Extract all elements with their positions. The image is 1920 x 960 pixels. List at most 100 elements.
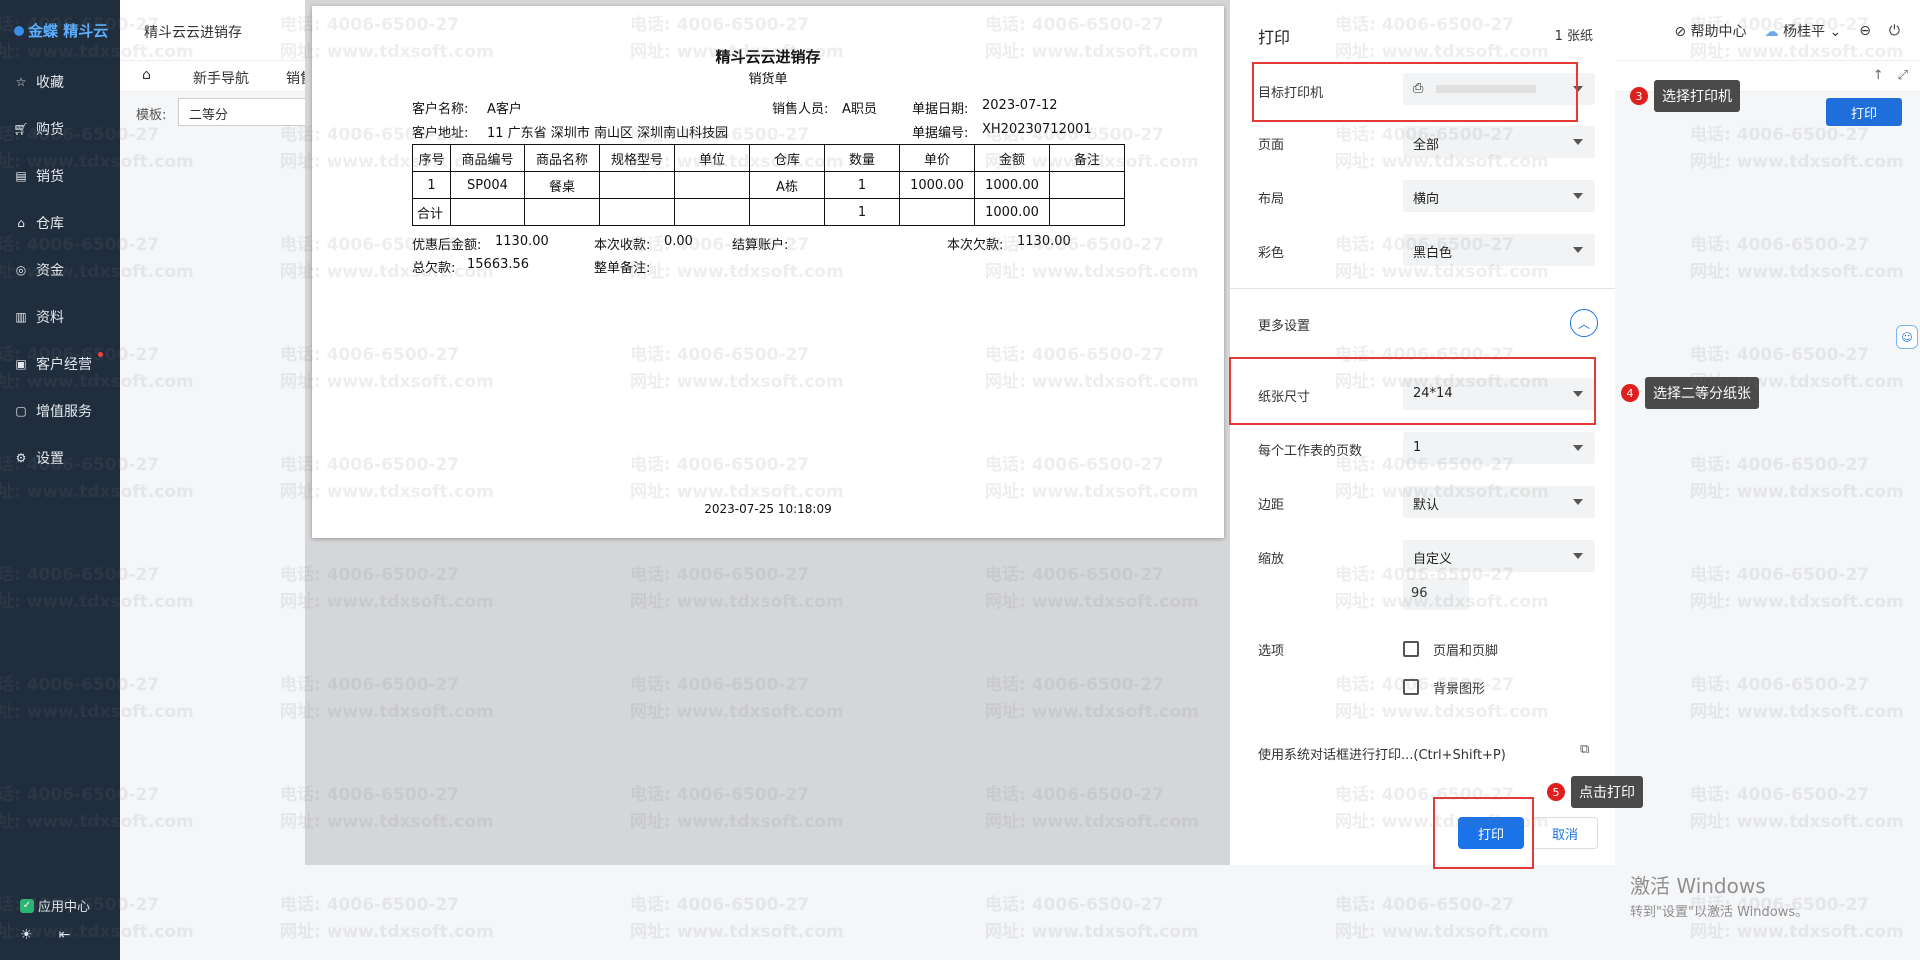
col-header: 仓库 (749, 144, 825, 172)
pages-per-sheet-select[interactable]: 1 (1403, 432, 1595, 464)
salesperson: A职员 (842, 102, 877, 117)
customer-name: A客户 (487, 102, 522, 117)
sidebar-item-services[interactable]: ▢ 增值服务 (0, 387, 120, 434)
cell: 1000.00 (899, 171, 975, 199)
sidebar-item-sales[interactable]: ▤ 销货 (0, 152, 120, 199)
color-label: 彩色 (1258, 246, 1285, 261)
topbar-right: ⊘ 帮助中心 ☁ 杨桂平 ⌄ ⊖ ⏻ (1674, 21, 1900, 41)
user-menu[interactable]: ☁ 杨桂平 ⌄ (1765, 21, 1842, 41)
total-amount: 1000.00 (974, 198, 1050, 226)
print-preview: 精斗云云进销存 销货单 客户名称: A客户 销售人员: A职员 单据日期: 20… (305, 0, 1230, 865)
sidebar-item-favorites[interactable]: ☆ 收藏 (0, 58, 120, 105)
sidebar-item-customer[interactable]: ▣ 客户经营 (0, 340, 120, 387)
activation-title: 激活 Windows (1630, 874, 1766, 898)
logo: 金蝶 精斗云 (14, 20, 108, 41)
preview-page: 精斗云云进销存 销货单 客户名称: A客户 销售人员: A职员 单据日期: 20… (312, 6, 1224, 538)
sheet-count: 1 张纸 (1554, 29, 1593, 44)
step-number: 3 (1630, 87, 1648, 105)
col-header: 序号 (412, 144, 451, 172)
pages-select[interactable]: 全部 (1403, 126, 1595, 158)
expand-icon[interactable]: ⤢ (1898, 68, 1908, 83)
sidebar-item-label: 资料 (36, 309, 64, 326)
bill-number: XH20230712001 (982, 122, 1092, 137)
system-dialog-link[interactable]: 使用系统对话框进行打印...(Ctrl+Shift+P) (1258, 744, 1506, 763)
sidebar-item-data[interactable]: ▥ 资料 (0, 293, 120, 340)
sidebar-item-settings[interactable]: ⚙ 设置 (0, 434, 120, 481)
gear-icon: ⚙ (15, 450, 27, 465)
tab-guide[interactable]: 新手导航 (193, 68, 249, 88)
chart-icon: ▣ (15, 356, 27, 371)
color-value: 黑白色 (1413, 246, 1453, 261)
cell: 1 (824, 171, 900, 199)
step-text: 点击打印 (1571, 776, 1643, 808)
sun-icon[interactable]: ☀ (20, 927, 33, 943)
notification-dot (98, 352, 103, 357)
background-graphics-label: 背景图形 (1433, 682, 1486, 697)
col-header: 规格型号 (599, 144, 675, 172)
margins-select[interactable]: 默认 (1403, 486, 1595, 518)
print-button-main[interactable]: 打印 (1826, 98, 1902, 126)
logo-mark-icon (14, 25, 24, 36)
cell (674, 198, 750, 226)
margins-value: 默认 (1413, 498, 1440, 513)
more-settings-label: 更多设置 (1258, 319, 1311, 334)
scale-select[interactable]: 自定义 (1403, 540, 1595, 572)
back-icon[interactable]: ⊖ (1859, 23, 1871, 39)
total-owed: 15663.56 (467, 257, 530, 272)
bill-table: 序号 商品编号 商品名称 规格型号 单位 仓库 数量 单价 金额 备注 1 SP… (412, 144, 1125, 226)
layout-select[interactable]: 横向 (1403, 180, 1595, 212)
cell (524, 198, 600, 226)
external-link-icon[interactable]: ⧉ (1580, 742, 1589, 757)
col-header: 备注 (1049, 144, 1125, 172)
app-center-link[interactable]: ✓ 应用中心 (20, 896, 90, 915)
chat-icon[interactable]: ☺ (1896, 325, 1918, 349)
help-center-link[interactable]: ⊘ 帮助中心 (1674, 21, 1746, 41)
sidebar-item-funds[interactable]: ◎ 资金 (0, 246, 120, 293)
power-icon[interactable]: ⏻ (1889, 23, 1900, 39)
scale-label: 缩放 (1258, 552, 1285, 567)
cell: 1 (412, 171, 451, 199)
headers-footers-label: 页眉和页脚 (1433, 644, 1499, 659)
sidebar-item-label: 仓库 (36, 215, 64, 232)
sidebar-item-warehouse[interactable]: ⌂ 仓库 (0, 199, 120, 246)
document-icon: ▤ (15, 168, 27, 183)
color-select[interactable]: 黑白色 (1403, 234, 1595, 266)
cell (749, 198, 825, 226)
compass-icon: ⊘ (1674, 24, 1687, 40)
app-center-icon: ✓ (20, 898, 34, 913)
col-header: 单价 (899, 144, 975, 172)
col-header: 单位 (674, 144, 750, 172)
headers-footers-checkbox[interactable] (1403, 641, 1419, 657)
cell (674, 171, 750, 199)
sidebar-footer: ☀ ⇤ (20, 927, 70, 943)
owed: 1130.00 (1017, 234, 1071, 249)
cancel-button[interactable]: 取消 (1532, 817, 1598, 849)
highlight-printer (1252, 62, 1578, 122)
received: 0.00 (664, 234, 693, 249)
caret-down-icon (1573, 247, 1583, 253)
sidebar: 金蝶 精斗云 ☆ 收藏 🛒︎ 购货 ▤ 销货 ⌂ 仓库 ◎ 资金 ▥ 资料 ▣ 客户经营 ▢ 增… (0, 0, 120, 960)
layout-label: 布局 (1258, 192, 1285, 207)
app-center-label: 应用中心 (38, 900, 91, 915)
cell (899, 198, 975, 226)
arrow-up-icon[interactable]: ↑ (1873, 68, 1884, 83)
home-icon[interactable]: ⌂ (142, 67, 160, 85)
star-icon: ☆ (15, 74, 27, 89)
help-label: 帮助中心 (1690, 24, 1747, 40)
account-label: 结算账户: (732, 238, 789, 253)
col-header: 商品名称 (524, 144, 600, 172)
scale-input[interactable]: 96 (1403, 578, 1469, 610)
total-qty: 1 (824, 198, 900, 226)
print-settings-panel: 打印 1 张纸 目标打印机 ⎙ 页面 全部 布局 横向 彩色 黑白色 更多设置 … (1230, 0, 1615, 865)
logo-text: 金蝶 精斗云 (28, 22, 109, 40)
avatar: ☁ (1764, 24, 1779, 40)
highlight-print-button (1433, 797, 1534, 869)
step-number: 4 (1621, 384, 1639, 402)
collapse-icon[interactable]: ⇤ (59, 927, 71, 943)
pages-value: 全部 (1413, 138, 1440, 153)
sidebar-item-purchase[interactable]: 🛒︎ 购货 (0, 105, 120, 152)
background-graphics-checkbox[interactable] (1403, 679, 1419, 695)
total-owed-label: 总欠款: (412, 261, 456, 276)
step-text: 选择打印机 (1654, 80, 1740, 112)
chevron-up-icon[interactable]: ︿ (1570, 309, 1598, 337)
